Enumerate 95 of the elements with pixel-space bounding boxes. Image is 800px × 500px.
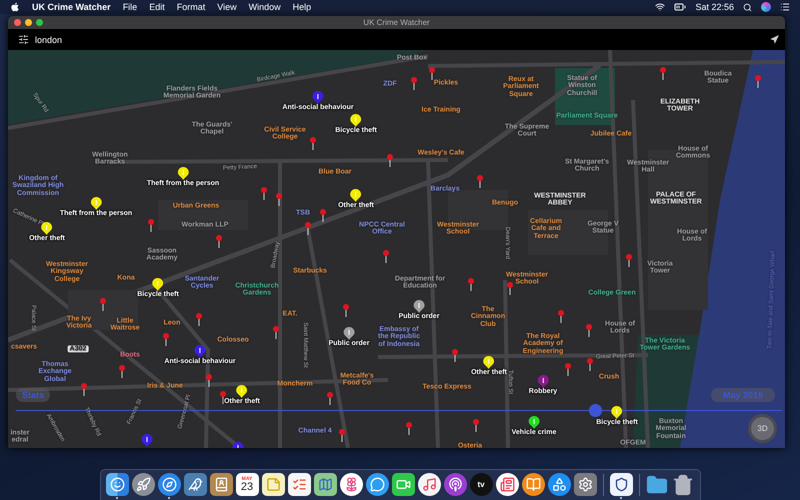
search-field[interactable]: london	[8, 29, 785, 50]
folder-icon[interactable]	[646, 473, 668, 496]
map-pin-icon[interactable]	[81, 383, 87, 396]
list-icon[interactable]	[780, 2, 790, 12]
newspaper-icon[interactable]	[496, 473, 518, 496]
app-menu[interactable]: UK Crime Watcher	[32, 2, 111, 12]
crime-pin-icon[interactable]	[152, 278, 164, 291]
map-pin-icon[interactable]	[473, 419, 479, 432]
crime-pin-icon[interactable]	[528, 416, 540, 429]
checklist-icon[interactable]	[288, 473, 310, 496]
map-icon[interactable]	[314, 473, 336, 496]
rocket-icon[interactable]	[132, 473, 154, 496]
map-pin-icon[interactable]	[468, 278, 474, 291]
menu-item[interactable]: File	[122, 2, 138, 12]
crime-pin-icon[interactable]	[236, 385, 248, 398]
wifi-icon[interactable]	[655, 2, 666, 12]
crime-pin-icon[interactable]	[350, 189, 362, 202]
trash-can-icon[interactable]	[672, 473, 694, 496]
map-pin-icon[interactable]	[429, 67, 435, 80]
address-book-icon[interactable]	[210, 473, 232, 496]
map-pin-icon[interactable]	[276, 193, 282, 206]
compass-icon[interactable]	[158, 473, 180, 496]
map-pin-icon[interactable]	[477, 175, 483, 188]
map-pin-icon[interactable]	[411, 77, 417, 90]
crime-pin-icon[interactable]	[350, 114, 362, 127]
podcast-icon[interactable]	[444, 473, 466, 496]
menu-item[interactable]: Edit	[149, 2, 165, 12]
flower-icon[interactable]	[340, 473, 362, 496]
location-arrow-icon[interactable]	[770, 35, 779, 44]
map-pin-icon[interactable]	[273, 326, 279, 339]
crime-pin-icon[interactable]	[484, 356, 494, 369]
speech-bubble-icon[interactable]	[366, 473, 388, 496]
music-note-icon[interactable]	[418, 473, 440, 496]
tv-label: tv	[477, 480, 485, 489]
gear-icon[interactable]	[574, 473, 596, 496]
crime-pin-icon[interactable]	[194, 345, 206, 358]
battery-icon[interactable]	[674, 1, 686, 13]
map-pin-icon[interactable]	[565, 363, 571, 376]
video-camera-icon[interactable]	[392, 473, 414, 496]
minimize-button[interactable]	[25, 19, 32, 26]
open-book-icon[interactable]	[522, 473, 544, 496]
map-pin-icon[interactable]	[310, 137, 316, 150]
map-pin-icon[interactable]	[586, 324, 592, 337]
map-pin-icon[interactable]	[339, 429, 345, 442]
map-pin-icon[interactable]	[261, 187, 267, 200]
map-pin-icon[interactable]	[406, 422, 412, 435]
slider-thumb[interactable]	[589, 404, 602, 417]
crime-pin-icon[interactable]	[90, 197, 102, 210]
crime-pin-icon[interactable]	[344, 327, 354, 340]
close-button[interactable]	[14, 19, 21, 26]
crime-pin-icon[interactable]	[414, 300, 424, 313]
bird-picture-icon[interactable]	[184, 473, 206, 496]
map-pin-icon[interactable]	[119, 365, 125, 378]
notepad-icon[interactable]	[262, 473, 284, 496]
menu-item[interactable]: Format	[176, 2, 206, 12]
map-pin-icon[interactable]	[100, 298, 106, 311]
map-pin-icon[interactable]	[343, 304, 349, 317]
apple-icon[interactable]	[10, 2, 20, 12]
map-pin-icon[interactable]	[587, 358, 593, 371]
crime-pin-icon[interactable]	[538, 375, 548, 388]
window-title: UK Crime Watcher	[363, 18, 430, 27]
map-pin-icon[interactable]	[163, 333, 169, 346]
map-pin-icon[interactable]	[320, 209, 326, 222]
tv-app-icon[interactable]: tv	[470, 473, 492, 496]
crime-pin-icon[interactable]	[612, 406, 622, 419]
shield-emblem-icon[interactable]	[610, 473, 632, 496]
map-pin-icon[interactable]	[558, 310, 564, 323]
menu-item[interactable]: View	[217, 2, 237, 12]
map-pin-icon[interactable]	[206, 374, 212, 387]
filter-icon[interactable]	[18, 34, 29, 45]
smiling-face-icon[interactable]	[106, 473, 128, 496]
map-pin-icon[interactable]	[660, 67, 666, 80]
map-pin-icon[interactable]	[755, 75, 761, 88]
crime-pin-icon[interactable]	[178, 167, 188, 180]
map-pin-icon[interactable]	[216, 235, 222, 248]
calendar-day: 23	[240, 482, 254, 492]
map-pin-icon[interactable]	[305, 222, 311, 235]
search-input[interactable]: london	[35, 34, 764, 44]
menu-item[interactable]: Help	[292, 2, 312, 12]
menu-item[interactable]: Window	[248, 2, 281, 12]
crime-pin-icon[interactable]	[312, 91, 324, 104]
map-pin-icon[interactable]	[507, 282, 513, 295]
search-icon[interactable]	[743, 2, 752, 12]
clock[interactable]: Sat 22:56	[695, 2, 734, 12]
map-pin-icon[interactable]	[387, 154, 393, 167]
map-pin-icon[interactable]	[452, 349, 458, 362]
map-pin-icon[interactable]	[148, 219, 154, 232]
map-pin-icon[interactable]	[383, 250, 389, 263]
siri-icon[interactable]	[761, 2, 771, 12]
map-pin-icon[interactable]	[327, 392, 333, 405]
crime-pin-icon[interactable]	[142, 434, 152, 447]
app-store-icon[interactable]	[548, 473, 570, 496]
zoom-button[interactable]	[36, 19, 43, 26]
map-pin-icon[interactable]	[196, 313, 202, 326]
map-pin-icon[interactable]	[626, 254, 632, 267]
